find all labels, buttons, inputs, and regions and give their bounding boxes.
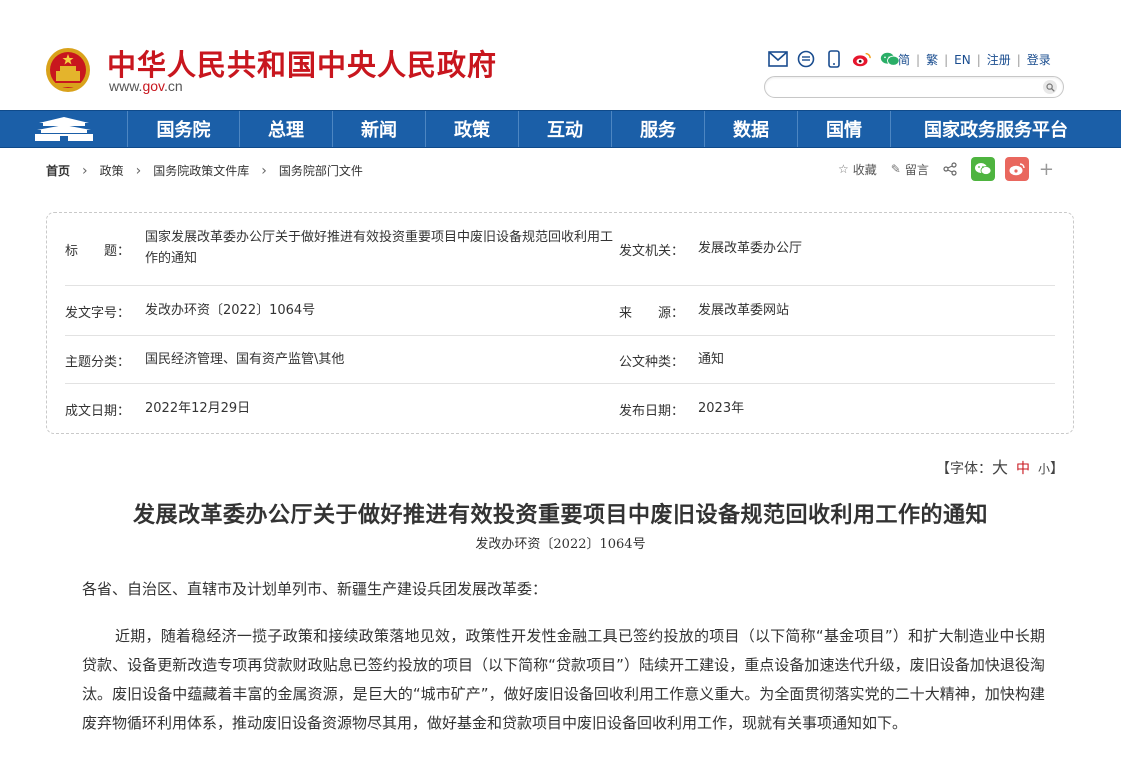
font-size-close: 】 [1050, 461, 1065, 477]
pubdate-value: 2023年 [698, 401, 745, 416]
docno-label: 发文字号： [65, 306, 131, 321]
nav-news[interactable]: 新闻 [332, 111, 425, 147]
issuer-label: 发文机关： [619, 244, 685, 259]
nav-interaction[interactable]: 互动 [518, 111, 611, 147]
info-row-docno: 发文字号： 发改办环资〔2022〕1064号 来 源： 发展改革委网站 [65, 286, 1055, 336]
issuer-value: 发展改革委办公厅 [698, 241, 803, 256]
breadcrumb-home[interactable]: 首页 [46, 162, 70, 179]
nav-service[interactable]: 服务 [611, 111, 704, 147]
font-size-small[interactable]: 小 [1038, 462, 1050, 476]
type-label: 公文种类： [619, 355, 685, 370]
star-icon: ☆ [838, 162, 849, 176]
article-paragraph: 近期，随着稳经济一揽子政策和接续政策落地见效，政策性开发性金融工具已签约投放的项… [82, 627, 1045, 732]
wechat-icon[interactable] [880, 49, 900, 69]
nav-home[interactable] [0, 111, 127, 147]
favorite-label: 收藏 [852, 162, 877, 177]
weibo-icon[interactable] [852, 49, 872, 69]
tiananmen-icon [34, 117, 93, 141]
font-size-control: 【字体：大中小】 [936, 454, 1064, 478]
search-input[interactable] [775, 78, 1035, 98]
national-emblem-icon[interactable] [44, 45, 92, 95]
pubdate-label: 发布日期： [619, 404, 685, 419]
chevron-right-icon: › [261, 162, 267, 179]
title-label: 标 题： [65, 244, 131, 259]
nav-premier[interactable]: 总理 [239, 111, 332, 147]
weibo-share-icon[interactable] [1004, 157, 1029, 181]
document-info-table: 标 题： 国家发展改革委办公厅关于做好推进有效投资重要项目中废旧设备规范回收利用… [46, 212, 1074, 434]
breadcrumb-policy-library[interactable]: 国务院政策文件库 [153, 162, 249, 179]
source-label: 来 源： [619, 306, 685, 321]
source-value: 发展改革委网站 [698, 303, 790, 318]
mail-icon[interactable] [768, 49, 788, 69]
date-value: 2022年12月29日 [145, 401, 251, 416]
main-nav: 国务院 总理 新闻 政策 互动 服务 数据 国情 国家政务服务平台 [0, 110, 1121, 148]
site-header: 中华人民共和国中央人民政府 www.gov.cn 简 | 繁 | EN | 注册 | 登… [0, 0, 1121, 110]
share-actions: ☆ 收藏 ✎ 留言 + [838, 156, 1054, 182]
site-url-suffix: .cn [164, 78, 183, 94]
category-label: 主题分类： [65, 355, 131, 370]
breadcrumb-department-docs[interactable]: 国务院部门文件 [279, 162, 363, 179]
link-traditional[interactable]: 繁 [926, 51, 938, 68]
link-english[interactable]: EN [954, 53, 971, 67]
date-label: 成文日期： [65, 404, 131, 419]
nav-service-platform[interactable]: 国家政务服务平台 [890, 111, 1101, 147]
pencil-icon: ✎ [890, 162, 901, 176]
wechat-share-icon[interactable] [970, 157, 995, 181]
link-register[interactable]: 注册 [987, 51, 1011, 68]
nav-national-info[interactable]: 国情 [797, 111, 890, 147]
title-value: 国家发展改革委办公厅关于做好推进有效投资重要项目中废旧设备规范回收利用工作的通知 [145, 230, 614, 266]
nav-data[interactable]: 数据 [704, 111, 797, 147]
nav-state-council[interactable]: 国务院 [127, 111, 239, 147]
more-icon[interactable]: + [1039, 159, 1054, 180]
top-icon-bar [768, 48, 900, 70]
article-title: 发展改革委办公厅关于做好推进有效投资重要项目中废旧设备规范回收利用工作的通知 [132, 502, 988, 528]
link-simplified[interactable]: 简 [898, 51, 910, 68]
chevron-right-icon: › [135, 162, 142, 179]
type-value: 通知 [698, 352, 725, 367]
info-row-title: 标 题： 国家发展改革委办公厅关于做好推进有效投资重要项目中废旧设备规范回收利用… [65, 213, 1055, 286]
chevron-right-icon: › [82, 162, 88, 179]
info-row-dates: 成文日期： 2022年12月29日 发布日期： 2023年 [65, 384, 1055, 432]
breadcrumb: 首页 › 政策 › 国务院政策文件库 › 国务院部门文件 [46, 162, 363, 179]
site-url-prefix: www. [109, 78, 143, 94]
docno-value: 发改办环资〔2022〕1064号 [145, 303, 316, 318]
site-url-gov: gov [142, 78, 164, 94]
font-size-large[interactable]: 大 [992, 458, 1008, 477]
link-login[interactable]: 登录 [1027, 51, 1051, 68]
article-code: 发改办环资〔2022〕1064号 [475, 537, 646, 552]
article-greeting: 各省、自治区、直辖市及计划单列市、新疆生产建设兵团发展改革委： [82, 580, 548, 598]
share-icon[interactable] [943, 162, 957, 176]
font-size-open: 【字体： [936, 461, 992, 477]
search-box [764, 76, 1064, 98]
font-size-medium[interactable]: 中 [1016, 461, 1030, 477]
mobile-icon[interactable] [824, 49, 844, 69]
nav-policy[interactable]: 政策 [425, 111, 518, 147]
favorite-button[interactable]: ☆ 收藏 [838, 161, 877, 178]
category-value: 国民经济管理、国有资产监管\其他 [145, 352, 345, 367]
breadcrumb-policy[interactable]: 政策 [100, 162, 124, 179]
search-icon[interactable] [1043, 80, 1057, 94]
comment-button[interactable]: ✎ 留言 [891, 161, 929, 178]
message-icon[interactable] [796, 49, 816, 69]
info-row-category: 主题分类： 国民经济管理、国有资产监管\其他 公文种类： 通知 [65, 336, 1055, 384]
site-url[interactable]: www.gov.cn [109, 78, 183, 94]
top-links: 简 | 繁 | EN | 注册 | 登录 [898, 51, 1051, 68]
comment-label: 留言 [904, 162, 929, 177]
